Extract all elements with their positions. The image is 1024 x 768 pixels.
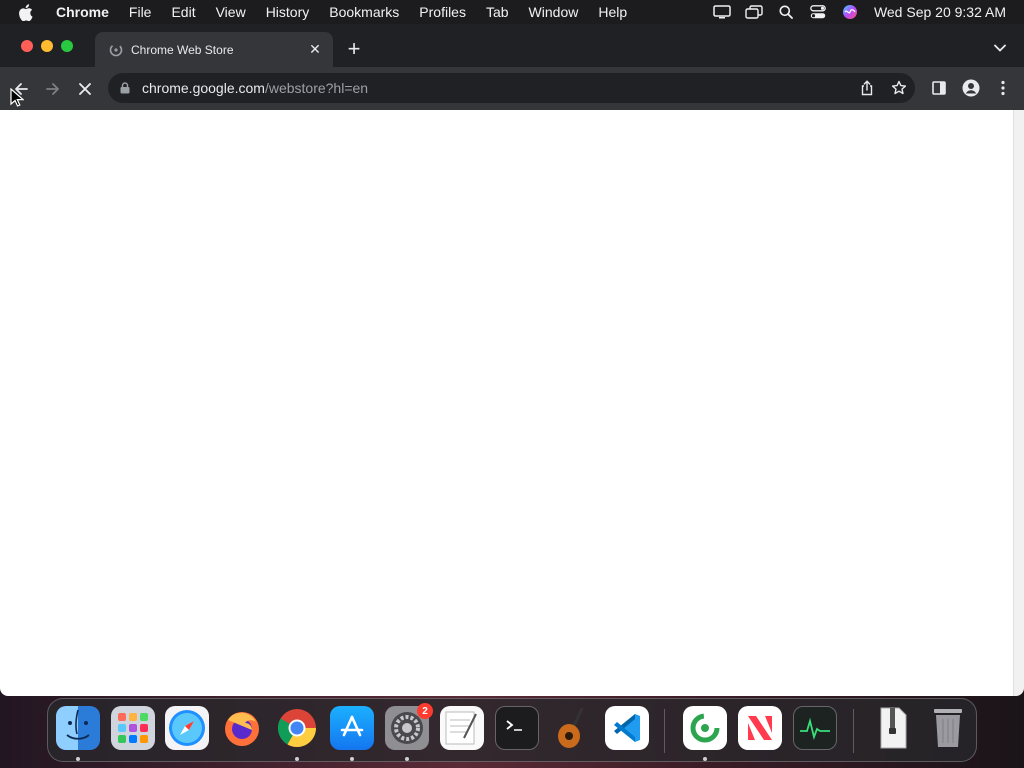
address-bar[interactable]: chrome.google.com/webstore?hl=en — [108, 73, 915, 103]
running-indicator — [703, 757, 707, 761]
new-tab-button[interactable]: + — [343, 36, 365, 61]
running-indicator — [405, 757, 409, 761]
bookmark-star-icon[interactable] — [889, 78, 909, 98]
menu-bar: Chrome File Edit View History Bookmarks … — [0, 0, 1024, 24]
dock-separator — [664, 709, 665, 753]
control-center-icon[interactable] — [802, 0, 834, 24]
menu-tab[interactable]: Tab — [476, 4, 519, 20]
chrome-icon[interactable] — [275, 706, 319, 750]
activity-monitor-icon[interactable] — [793, 706, 837, 750]
system-settings-badge: 2 — [417, 703, 433, 719]
firefox-icon[interactable] — [220, 706, 264, 750]
tab-title: Chrome Web Store — [131, 42, 234, 57]
forward-button[interactable] — [37, 73, 69, 105]
tab-close-icon[interactable]: ✕ — [307, 41, 323, 58]
finder-icon[interactable] — [56, 706, 100, 750]
menu-help[interactable]: Help — [588, 4, 637, 20]
browser-toolbar: chrome.google.com/webstore?hl=en — [0, 67, 1024, 110]
menu-file[interactable]: File — [119, 4, 162, 20]
tab-chrome-web-store[interactable]: Chrome Web Store ✕ — [95, 32, 333, 67]
textedit-icon[interactable] — [440, 706, 484, 750]
chrome-web-store-icon — [109, 43, 123, 57]
garageband-icon[interactable] — [550, 706, 594, 750]
terminal-icon[interactable] — [495, 706, 539, 750]
spotlight-search-icon[interactable] — [770, 0, 802, 24]
menu-profiles[interactable]: Profiles — [409, 4, 476, 20]
trash-icon[interactable] — [926, 706, 970, 750]
menu-window[interactable]: Window — [519, 4, 589, 20]
grammarly-icon[interactable] — [683, 706, 727, 750]
window-minimize-button[interactable] — [41, 40, 53, 52]
running-indicator — [295, 757, 299, 761]
menu-bookmarks[interactable]: Bookmarks — [319, 4, 409, 20]
siri-icon[interactable] — [834, 0, 866, 24]
menu-app-chrome[interactable]: Chrome — [50, 4, 119, 20]
zip-archive-icon[interactable] — [871, 706, 915, 750]
menu-history[interactable]: History — [256, 4, 320, 20]
window-zoom-button[interactable] — [61, 40, 73, 52]
address-host: chrome.google.com — [142, 80, 265, 96]
chrome-window: Chrome Web Store ✕ + chrome.google.com/w… — [0, 24, 1024, 696]
share-icon[interactable] — [857, 78, 877, 98]
menu-edit[interactable]: Edit — [161, 4, 205, 20]
page-scrollbar[interactable] — [1013, 110, 1024, 696]
news-icon[interactable] — [738, 706, 782, 750]
dock: 2 — [47, 698, 977, 762]
running-indicator — [76, 757, 80, 761]
vscode-icon[interactable] — [605, 706, 649, 750]
tab-strip: Chrome Web Store ✕ + — [0, 24, 1024, 67]
screen-mirroring-icon[interactable] — [738, 0, 770, 24]
app-store-icon[interactable] — [330, 706, 374, 750]
address-path: /webstore?hl=en — [264, 80, 369, 96]
apple-menu-icon[interactable] — [18, 3, 36, 21]
stop-loading-button[interactable] — [69, 73, 101, 105]
dock-separator — [853, 709, 854, 753]
menu-bar-clock[interactable]: Wed Sep 20 9:32 AM — [874, 4, 1006, 20]
running-indicator — [350, 757, 354, 761]
more-menu-icon[interactable] — [990, 73, 1016, 103]
mouse-cursor-icon — [10, 88, 24, 107]
profile-avatar-icon[interactable] — [958, 73, 984, 103]
window-close-button[interactable] — [21, 40, 33, 52]
page-content-blank[interactable] — [0, 110, 1013, 696]
launchpad-icon[interactable] — [111, 706, 155, 750]
tab-search-chevron-icon[interactable] — [990, 38, 1010, 58]
safari-icon[interactable] — [165, 706, 209, 750]
lock-icon[interactable] — [120, 81, 132, 95]
display-icon[interactable] — [706, 0, 738, 24]
menu-view[interactable]: View — [206, 4, 256, 20]
side-panel-icon[interactable] — [926, 73, 952, 103]
